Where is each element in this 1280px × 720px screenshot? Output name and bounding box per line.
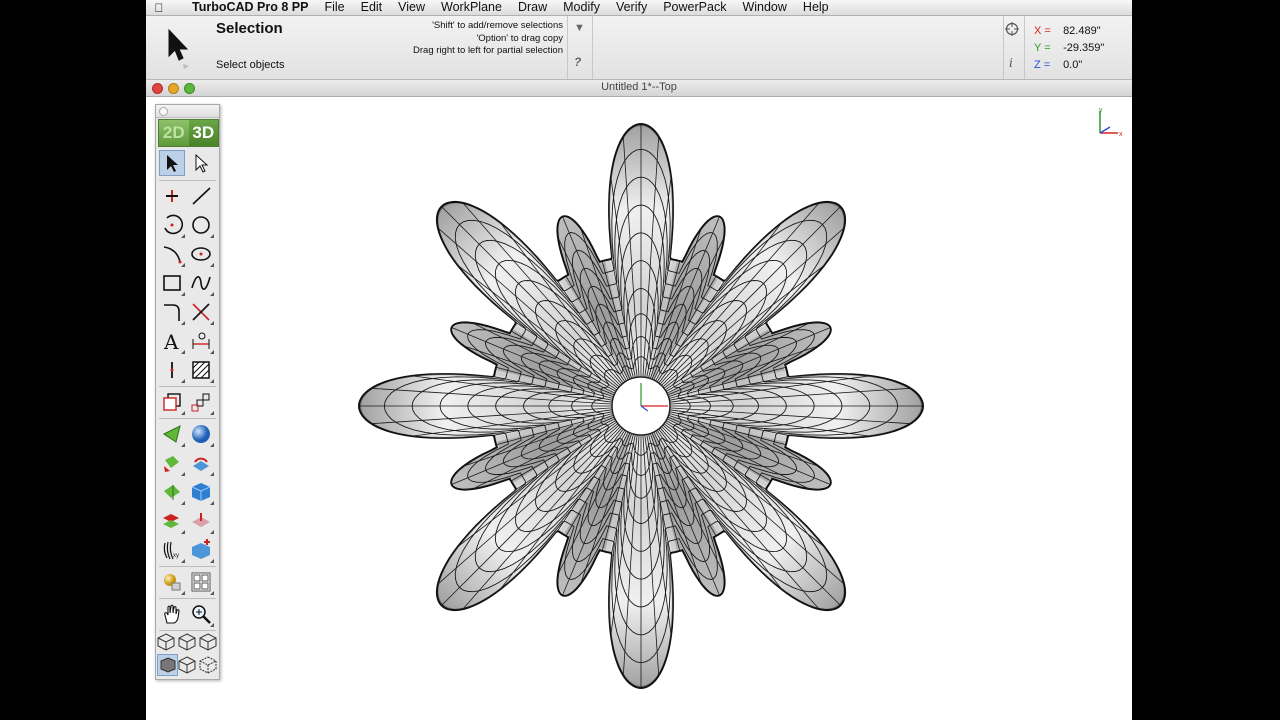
menu-file[interactable]: File: [316, 0, 352, 15]
menu-window[interactable]: Window: [734, 0, 794, 15]
menu-verify[interactable]: Verify: [608, 0, 655, 15]
window-title-bar[interactable]: Untitled 1*--Top: [146, 80, 1132, 97]
zoom-icon[interactable]: [188, 601, 214, 627]
inspector-bar: Selection Select objects 'Shift' to add/…: [146, 16, 1132, 80]
divider: [592, 16, 593, 79]
arrow-cursor-icon: [158, 22, 198, 72]
axis-indicator-icon: y x: [1099, 107, 1123, 138]
surface-icon[interactable]: xy: [159, 537, 185, 563]
coord-y-value: -29.359": [1063, 42, 1105, 54]
spline-icon[interactable]: [188, 270, 214, 296]
menu-workplane[interactable]: WorkPlane: [433, 0, 510, 15]
menu-edit[interactable]: Edit: [353, 0, 391, 15]
2d-3d-toggle[interactable]: 2D 3D: [158, 119, 219, 147]
box-icon[interactable]: [188, 479, 214, 505]
menu-modify[interactable]: Modify: [555, 0, 608, 15]
ellipse-icon[interactable]: [188, 241, 214, 267]
hint-shift: 'Shift' to add/remove selections: [432, 20, 563, 31]
menu-help[interactable]: Help: [795, 0, 837, 15]
curve-icon[interactable]: [159, 241, 185, 267]
tool-palette[interactable]: 2D 3D A xy: [155, 104, 220, 680]
extrude-icon[interactable]: [159, 450, 185, 476]
node-edit-arrow-icon[interactable]: [188, 150, 214, 176]
boolean-add-icon[interactable]: [159, 508, 185, 534]
menu-bar:  TurboCAD Pro 8 PP File Edit View WorkP…: [146, 0, 1132, 16]
view-iso-2-icon[interactable]: [177, 631, 197, 653]
pan-hand-icon[interactable]: [159, 601, 185, 627]
menu-powerpack[interactable]: PowerPack: [655, 0, 734, 15]
dimension-icon[interactable]: [188, 328, 214, 354]
point-icon[interactable]: [159, 183, 185, 209]
arc-icon[interactable]: [159, 212, 185, 238]
rectangle-icon[interactable]: [159, 270, 185, 296]
loft-icon[interactable]: [159, 479, 185, 505]
flower-surface-mesh[interactable]: [356, 121, 926, 691]
svg-text:A: A: [163, 330, 179, 352]
menu-app-name[interactable]: TurboCAD Pro 8 PP: [170, 0, 316, 15]
solid-edit-icon[interactable]: [188, 537, 214, 563]
coord-z-value: 0.0": [1063, 59, 1083, 71]
menu-draw[interactable]: Draw: [510, 0, 555, 15]
menu-view[interactable]: View: [390, 0, 433, 15]
revolve-icon[interactable]: [188, 450, 214, 476]
divider: [1003, 16, 1004, 79]
window-title: Untitled 1*--Top: [601, 81, 677, 93]
material-icon[interactable]: [159, 569, 185, 595]
crosshair-icon[interactable]: [1005, 22, 1019, 36]
circle-icon[interactable]: [188, 212, 214, 238]
mode-3d-button[interactable]: 3D: [188, 120, 218, 146]
array-icon[interactable]: [188, 389, 214, 415]
wireframe-view-icon[interactable]: [177, 654, 197, 676]
coord-y-label: Y =: [1034, 42, 1051, 54]
tool-prompt: Select objects: [216, 59, 285, 71]
turbocad-screen:  TurboCAD Pro 8 PP File Edit View WorkP…: [146, 0, 1132, 720]
hint-option: 'Option' to drag copy: [476, 33, 563, 44]
palette-close-button[interactable]: [159, 107, 168, 116]
tool-title: Selection: [216, 20, 283, 37]
render-icon[interactable]: [188, 569, 214, 595]
sphere-icon[interactable]: [188, 421, 214, 447]
line-icon[interactable]: [188, 183, 214, 209]
mode-2d-button[interactable]: 2D: [159, 120, 189, 146]
insert-icon[interactable]: [159, 357, 185, 383]
coord-x-value: 82.489": [1063, 25, 1101, 37]
copy-icon[interactable]: [159, 389, 185, 415]
coord-x-label: X =: [1034, 25, 1051, 37]
view-iso-3-icon[interactable]: [198, 631, 218, 653]
help-button[interactable]: ?: [574, 55, 581, 69]
cone-icon[interactable]: [159, 421, 185, 447]
select-arrow-icon[interactable]: [159, 150, 185, 176]
fillet-icon[interactable]: [159, 299, 185, 325]
shaded-view-icon[interactable]: [157, 654, 178, 676]
trim-icon[interactable]: [188, 299, 214, 325]
chevron-down-icon[interactable]: ▼: [574, 22, 585, 34]
apple-icon[interactable]: : [148, 1, 170, 15]
coord-z[interactable]: Z = 0.0": [1034, 59, 1082, 71]
coord-z-label: Z =: [1034, 59, 1051, 71]
coord-x[interactable]: X = 82.489": [1034, 25, 1101, 37]
divider: [567, 16, 568, 79]
svg-text:xy: xy: [173, 553, 179, 559]
hint-partial: Drag right to left for partial selection: [413, 45, 563, 56]
divider: [1024, 16, 1025, 79]
axis-y-label: y: [1099, 107, 1103, 114]
boolean-subtract-icon[interactable]: [188, 508, 214, 534]
axis-x-label: x: [1119, 131, 1123, 138]
hatch-icon[interactable]: [188, 357, 214, 383]
drawing-canvas[interactable]: y x: [146, 97, 1132, 720]
coord-y[interactable]: Y = -29.359": [1034, 42, 1104, 54]
info-button[interactable]: i: [1009, 56, 1013, 70]
text-icon[interactable]: A: [159, 328, 185, 354]
hidden-line-view-icon[interactable]: [198, 654, 218, 676]
view-iso-1-icon[interactable]: [156, 631, 176, 653]
